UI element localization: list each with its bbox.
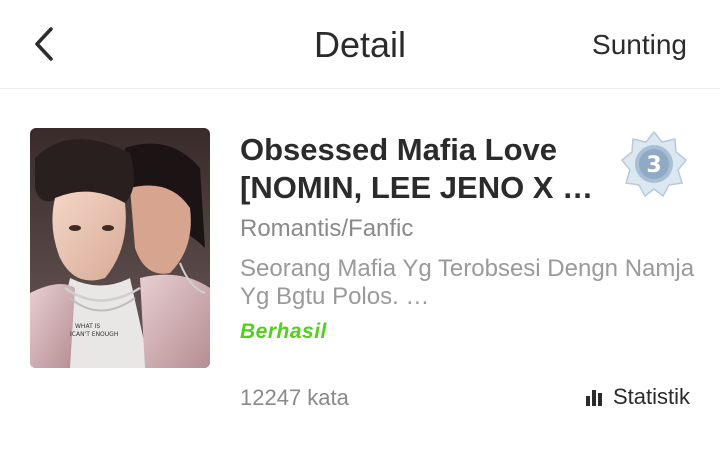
bar-chart-icon (585, 390, 602, 406)
description-line-1: Seorang Mafia Yg Terobsesi Dengn Namja (240, 255, 695, 282)
story-title-line-1: Obsessed Mafia Love (240, 132, 558, 167)
shirt-text-1: WHAT IS (75, 323, 100, 330)
top-bar: Detail Sunting (0, 0, 720, 89)
story-cover-image[interactable]: WHAT IS ICAN'T ENOUGH (30, 128, 210, 368)
story-genre: Romantis/Fanfic (240, 215, 414, 242)
shirt-text-2: ICAN'T ENOUGH (70, 331, 118, 338)
story-title[interactable]: Obsessed Mafia Love [NOMIN, LEE JENO X … (240, 131, 600, 207)
rank-number: 3 (646, 153, 661, 178)
status-badge: Berhasil (240, 320, 327, 343)
story-title-line-2: [NOMIN, LEE JENO X … (240, 170, 594, 205)
story-description: Seorang Mafia Yg Terobsesi Dengn Namja Y… (240, 255, 700, 311)
statistics-label: Statistik (612, 384, 690, 409)
edit-button[interactable]: Sunting (592, 29, 687, 61)
statistics-button[interactable]: Statistik (585, 384, 690, 410)
rank-badge: 3 (620, 130, 688, 198)
word-count: 12247 kata (240, 385, 349, 410)
rank-badge-icon: 3 (620, 130, 688, 198)
cover-illustration: WHAT IS ICAN'T ENOUGH (30, 128, 210, 368)
description-line-2: Yg Bgtu Polos. … (240, 283, 430, 310)
